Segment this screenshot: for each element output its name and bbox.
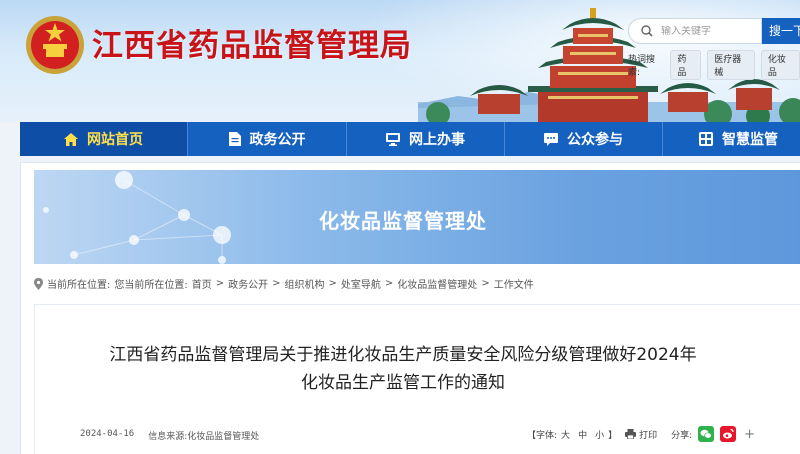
printer-icon (625, 429, 637, 439)
breadcrumb-prefix: 当前所在位置: (47, 280, 111, 291)
site-header: 江西省药品监督管理局 搜一下 热词搜索: 药品 医疗器械 化妆品 (0, 0, 800, 122)
nav-public-participation-label: 公众参与 (567, 132, 623, 148)
national-emblem-icon (26, 16, 84, 74)
grid-icon (699, 132, 713, 146)
source-label: 信息来源: (148, 432, 188, 442)
search-input[interactable] (661, 25, 753, 37)
home-icon (64, 132, 78, 146)
font-size-label: 【字体: (527, 430, 558, 441)
source-value: 化妆品监督管理处 (187, 432, 260, 442)
share-label: 分享: (671, 430, 693, 441)
breadcrumb-separator: > (215, 278, 225, 289)
breadcrumb-government-affairs[interactable]: 政务公开 (228, 276, 268, 291)
breadcrumb-cosmetics-department[interactable]: 化妆品监督管理处 (397, 276, 477, 291)
location-pin-icon (34, 277, 43, 290)
site-title: 江西省药品监督管理局 (92, 28, 412, 64)
breadcrumb-separator: > (481, 278, 490, 289)
breadcrumb-separator: > (384, 278, 394, 289)
more-share-button[interactable]: + (744, 427, 755, 442)
search-icon (641, 25, 653, 37)
print-label: 打印 (639, 430, 658, 441)
banner-title: 化妆品监督管理处 (319, 209, 487, 233)
hot-search: 热词搜索: 药品 医疗器械 化妆品 (628, 50, 800, 80)
nav-government-affairs-label: 政务公开 (249, 132, 306, 148)
breadcrumb-organization[interactable]: 组织机构 (285, 276, 325, 291)
breadcrumb-separator: > (272, 278, 281, 289)
breadcrumb-separator: > (328, 278, 337, 289)
article-title: 江西省药品监督管理局关于推进化妆品生产质量安全风险分级管理做好2024年 化妆品… (34, 341, 800, 397)
search-button[interactable]: 搜一下 (762, 18, 800, 44)
nav-public-participation[interactable]: 公众参与 (505, 122, 663, 156)
breadcrumb-prefix-secondary: 您当前所在位置: (114, 280, 188, 291)
nav-home[interactable]: 网站首页 (20, 122, 188, 156)
breadcrumb-work-documents[interactable]: 工作文件 (494, 276, 534, 291)
nav-online-services-label: 网上办事 (409, 132, 465, 148)
font-size-medium-button[interactable]: 中 (578, 428, 587, 441)
hot-tag-drugs[interactable]: 药品 (670, 50, 702, 80)
article-title-line1: 江西省药品监督管理局关于推进化妆品生产质量安全风险分级管理做好2024年 (109, 345, 697, 365)
font-size-small-button[interactable]: 小 (595, 428, 604, 441)
nav-government-affairs[interactable]: 政务公开 (188, 122, 347, 156)
font-size-close-bracket: 】 (608, 430, 618, 441)
main-nav: 网站首页 政务公开 网上办事 公众参与 智慧监管 (20, 122, 800, 156)
nav-smart-supervision[interactable]: 智慧监管 (663, 122, 800, 156)
weibo-share-icon[interactable] (720, 426, 737, 442)
article-tools: 【字体: 大 中 小 】 打印 分享: + (527, 426, 755, 442)
document-icon (228, 132, 241, 146)
article-title-line2: 化妆品生产监管工作的通知 (301, 373, 505, 393)
publish-date: 2024-04-16 (80, 429, 135, 439)
source-info: 信息来源:化妆品监督管理处 (148, 429, 259, 442)
monitor-icon (386, 132, 400, 146)
breadcrumb-home[interactable]: 首页 (192, 276, 212, 291)
breadcrumb-department-nav[interactable]: 处室导航 (341, 276, 381, 291)
department-banner: 化妆品监督管理处 (34, 170, 800, 264)
hot-tag-cosmetics[interactable]: 化妆品 (760, 50, 800, 80)
chat-icon (544, 132, 558, 146)
nav-online-services[interactable]: 网上办事 (347, 122, 505, 156)
article-meta: 2024-04-16 信息来源:化妆品监督管理处 (80, 429, 259, 442)
search-box (628, 18, 762, 44)
print-button[interactable]: 打印 (625, 428, 657, 441)
nav-smart-supervision-label: 智慧监管 (722, 132, 778, 148)
hot-tag-medical-devices[interactable]: 医疗器械 (707, 50, 755, 80)
hot-search-label: 热词搜索: (628, 55, 656, 78)
font-size-large-button[interactable]: 大 (561, 428, 570, 441)
breadcrumb: 当前所在位置: 您当前所在位置: 首页 > 政务公开 > 组织机构 > 处室导航… (34, 276, 534, 291)
wechat-share-icon[interactable] (698, 426, 715, 442)
nav-home-label: 网站首页 (87, 132, 143, 148)
